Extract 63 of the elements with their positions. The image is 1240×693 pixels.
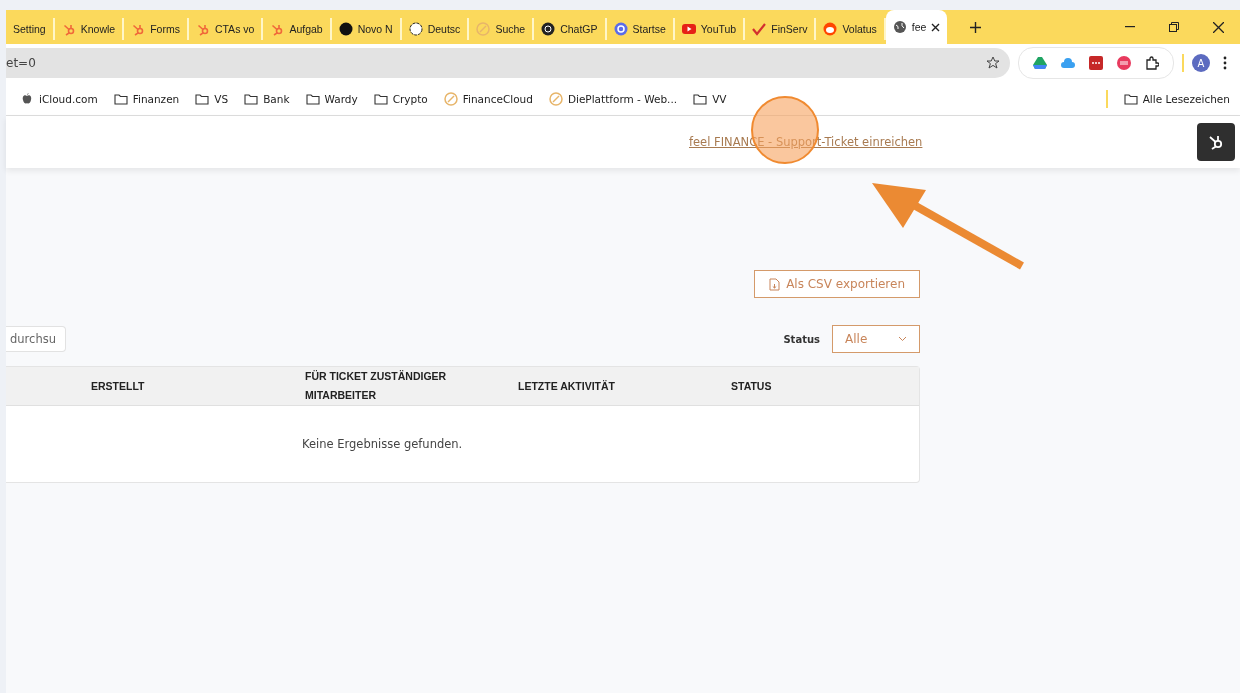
- column-header[interactable]: FÜR TICKET ZUSTÄNDIGER MITARBEITER: [305, 367, 480, 405]
- triangle-icon[interactable]: [1033, 57, 1047, 69]
- minimize-icon: [1125, 26, 1135, 28]
- browser-tab[interactable]: Deutsc: [401, 18, 470, 40]
- close-icon: [1212, 21, 1224, 33]
- bookmark[interactable]: FinanceCloud: [443, 91, 533, 106]
- sprocket-icon: [131, 22, 146, 36]
- bookmark[interactable]: DiePlattform - Web...: [548, 91, 678, 106]
- globe-icon: [892, 20, 907, 34]
- browser-tab[interactable]: FinServ: [745, 18, 817, 40]
- browser-tab[interactable]: Forms: [124, 18, 189, 40]
- folder-icon: [373, 91, 388, 106]
- empty-message: Keine Ergebnisse gefunden.: [302, 437, 463, 451]
- folder-icon: [244, 91, 259, 106]
- browser-tab[interactable]: Aufgab: [263, 18, 332, 40]
- browser-tab[interactable]: Startse: [606, 18, 675, 40]
- browser-tab[interactable]: YouTub: [674, 18, 746, 40]
- file-download-icon: [769, 277, 781, 291]
- browser-tab[interactable]: ChatGP: [534, 18, 607, 40]
- bookmark[interactable]: Wardy: [305, 91, 358, 106]
- browser-tab[interactable]: Knowle: [54, 18, 125, 40]
- status-label: Status: [783, 333, 820, 345]
- folder-icon: [195, 91, 210, 106]
- sprocket-icon: [270, 22, 285, 36]
- profile-avatar[interactable]: A: [1192, 54, 1210, 72]
- close-icon[interactable]: [931, 22, 941, 32]
- bookmark[interactable]: iCloud.com: [20, 91, 98, 106]
- folder-icon: [113, 91, 128, 106]
- column-header[interactable]: ERSTELLT: [91, 376, 305, 396]
- circle-icon: [613, 22, 628, 36]
- puzzle-icon[interactable]: [1145, 56, 1159, 70]
- badge-icon[interactable]: [1117, 56, 1131, 70]
- chevron-down-icon: [898, 336, 907, 342]
- check-icon: [752, 22, 767, 36]
- bookmark[interactable]: VV: [693, 91, 727, 106]
- bookmark[interactable]: VS: [195, 91, 229, 106]
- address-bar[interactable]: et=0: [6, 48, 1010, 78]
- sprocket-icon: [195, 22, 210, 36]
- star-icon[interactable]: [986, 56, 1000, 70]
- bookmark[interactable]: Crypto: [373, 91, 428, 106]
- apple-icon: [20, 91, 34, 106]
- column-header[interactable]: LETZTE AKTIVITÄT: [518, 376, 731, 396]
- all-bookmarks[interactable]: Alle Lesezeichen: [1123, 91, 1230, 106]
- search-field[interactable]: durchsu: [6, 326, 66, 352]
- browser-tab[interactable]: CTAs vo: [188, 18, 264, 40]
- bookmark[interactable]: Bank: [244, 91, 290, 106]
- cloud-icon[interactable]: [1061, 57, 1075, 69]
- sprocket-icon: [61, 22, 76, 36]
- folder-icon: [305, 91, 320, 106]
- bookmark[interactable]: Finanzen: [113, 91, 180, 106]
- dots-icon[interactable]: [1089, 56, 1103, 70]
- browser-tab[interactable]: Setting: [6, 18, 55, 40]
- plus-icon: [969, 21, 981, 33]
- browser-tab[interactable]: Novo N: [331, 18, 402, 40]
- browser-tab[interactable]: Suche: [469, 18, 535, 40]
- restore-icon: [1169, 22, 1179, 32]
- browser-tab[interactable]: fee: [885, 10, 948, 44]
- play-icon: [681, 22, 696, 36]
- circle-icon: [408, 22, 423, 36]
- folder-icon: [693, 91, 708, 106]
- folder-icon: [1123, 91, 1138, 106]
- column-header[interactable]: STATUS: [731, 376, 919, 396]
- sprocket-button[interactable]: [1197, 123, 1235, 161]
